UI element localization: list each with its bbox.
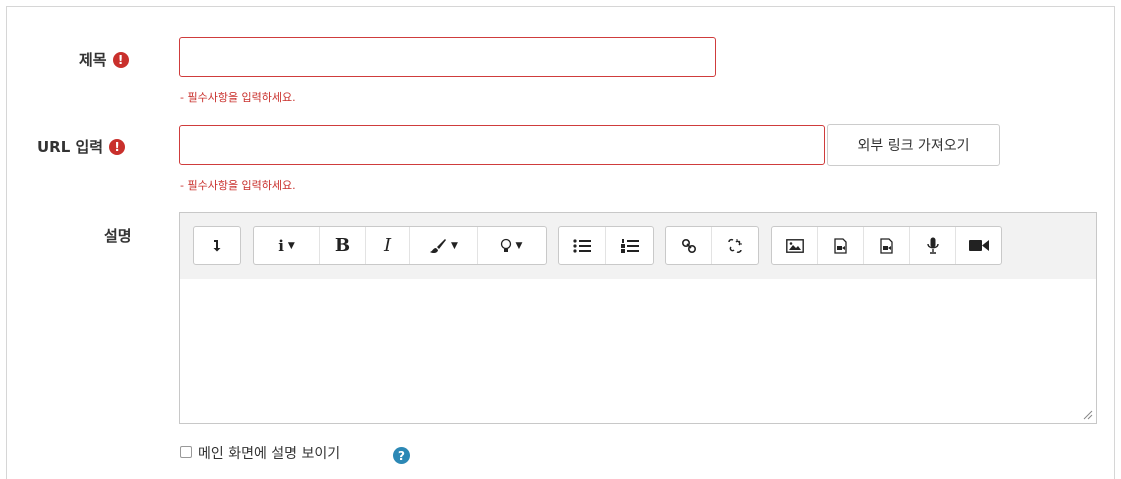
required-icon: !	[112, 51, 129, 68]
record-video-button[interactable]	[956, 227, 1001, 264]
file-icon	[880, 237, 893, 254]
required-icon: !	[109, 138, 126, 155]
info-button[interactable]: i ▼	[254, 227, 320, 264]
microphone-icon	[926, 237, 939, 254]
ordered-list-icon	[620, 238, 639, 253]
url-label: URL 입력	[37, 138, 104, 156]
description-editor: i ▼ B I ▼ ▼	[179, 212, 1097, 424]
info-icon: i	[278, 236, 284, 255]
bold-icon: B	[334, 235, 351, 256]
unordered-list-button[interactable]	[559, 227, 606, 264]
unlink-icon	[728, 238, 742, 253]
font-color-button[interactable]: ▼	[410, 227, 478, 264]
italic-button[interactable]: I	[366, 227, 410, 264]
chevron-down-icon: ▼	[515, 240, 523, 251]
resize-handle-icon[interactable]	[1083, 410, 1093, 420]
fetch-external-link-button[interactable]: 외부 링크 가져오기	[827, 124, 1000, 166]
highlight-button[interactable]: ▼	[478, 227, 544, 264]
insert-media-button[interactable]	[818, 227, 864, 264]
title-error: - 필수사항을 입력하세요.	[180, 91, 296, 104]
title-label: 제목	[79, 51, 107, 69]
lightbulb-icon	[500, 238, 511, 252]
unordered-list-icon	[573, 238, 591, 253]
italic-icon: I	[383, 235, 392, 256]
url-label-row: URL 입력 !	[37, 136, 126, 157]
video-icon	[968, 240, 989, 251]
ordered-list-button[interactable]	[606, 227, 653, 264]
chevron-down-icon: ▼	[287, 240, 295, 251]
url-error: - 필수사항을 입력하세요.	[180, 179, 296, 192]
chevron-down-icon: ▼	[451, 240, 458, 251]
bold-button[interactable]: B	[320, 227, 366, 264]
insert-image-button[interactable]	[772, 227, 818, 264]
description-label-row: 설명	[104, 225, 132, 246]
toolbar-group-links	[665, 226, 759, 265]
image-icon	[785, 238, 804, 253]
record-audio-button[interactable]	[910, 227, 956, 264]
help-icon[interactable]: ?	[393, 447, 410, 464]
link-button[interactable]	[666, 227, 712, 264]
description-label: 설명	[104, 227, 132, 245]
brush-icon	[430, 238, 447, 253]
show-on-main-checkbox[interactable]	[180, 446, 192, 458]
media-icon	[834, 237, 847, 254]
toolbar-group-style: i ▼ B I ▼ ▼	[253, 226, 547, 265]
show-on-main-label: 메인 화면에 설명 보이기	[198, 446, 341, 462]
toolbar-group-media	[771, 226, 1002, 265]
collapse-toolbar-button[interactable]	[194, 227, 240, 264]
collapse-icon	[213, 240, 221, 252]
title-input[interactable]	[179, 37, 716, 77]
unlink-button[interactable]	[712, 227, 758, 264]
title-label-row: 제목 !	[79, 49, 129, 70]
editor-toolbar: i ▼ B I ▼ ▼	[180, 213, 1096, 280]
link-icon	[681, 238, 696, 253]
editor-content-area[interactable]	[180, 279, 1096, 423]
toolbar-group-collapse	[193, 226, 241, 265]
toolbar-group-lists	[558, 226, 654, 265]
insert-file-button[interactable]	[864, 227, 910, 264]
url-input[interactable]	[179, 125, 825, 165]
